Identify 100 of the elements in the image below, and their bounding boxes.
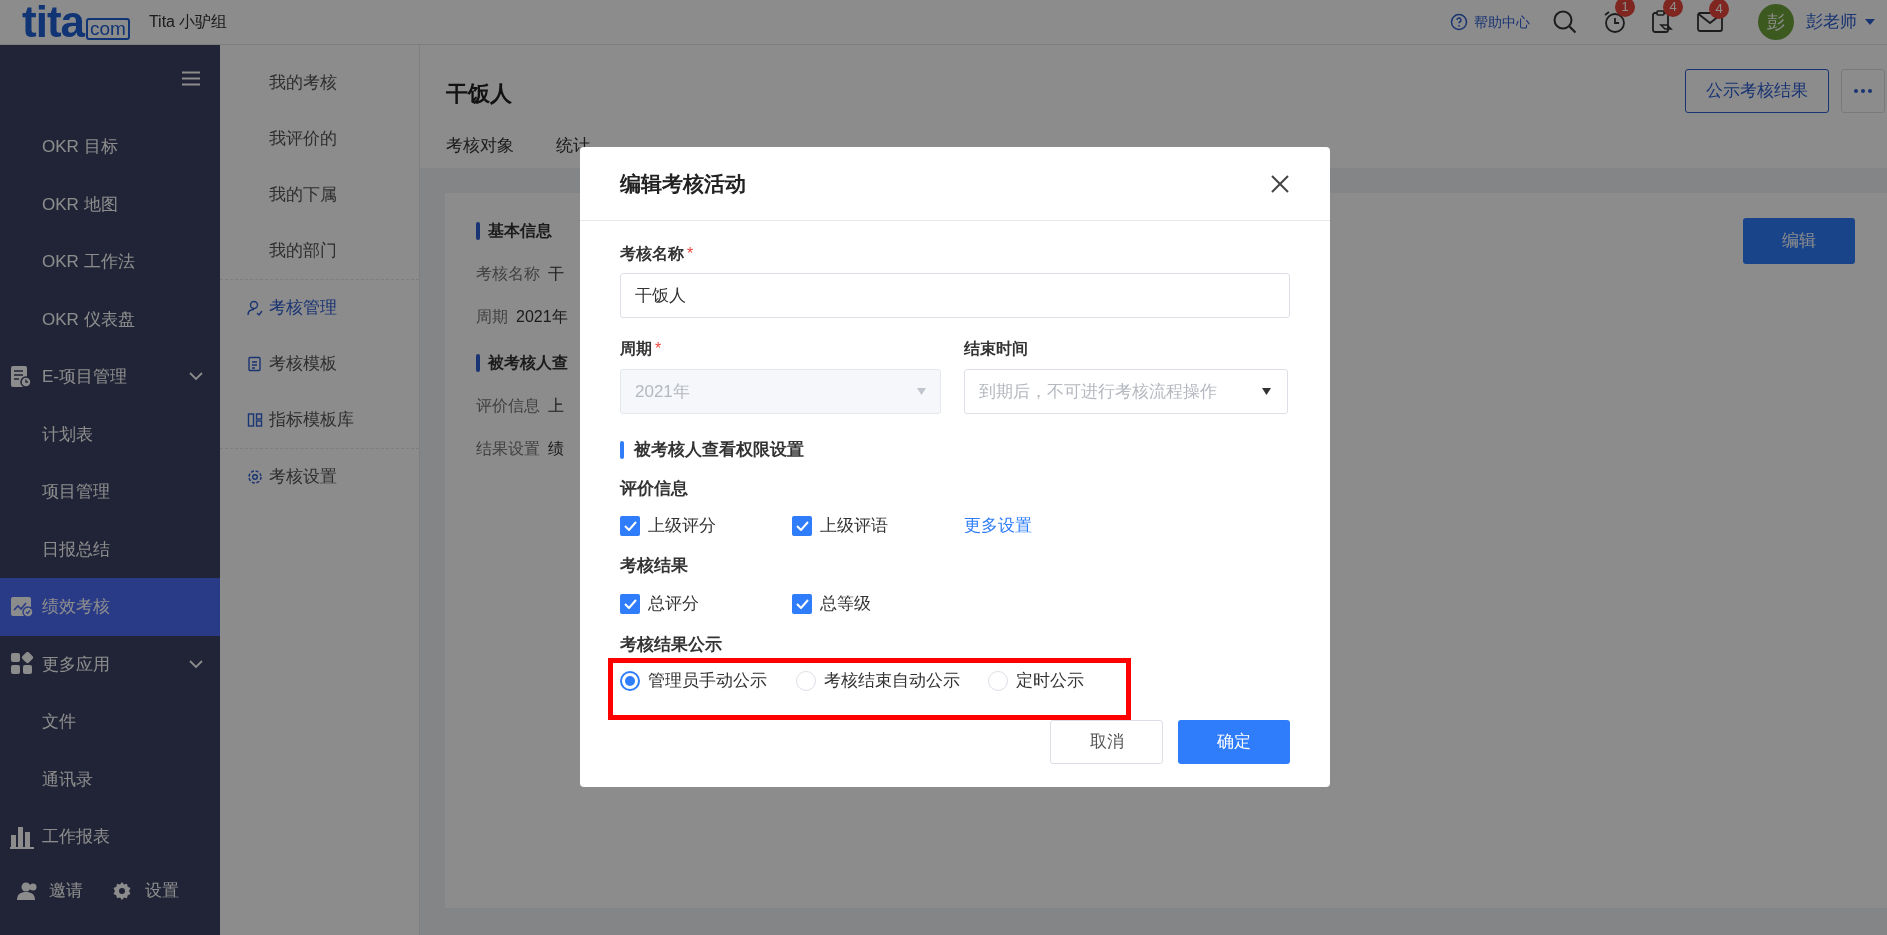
- mail-icon[interactable]: [1696, 11, 1724, 33]
- check-icon: [623, 599, 637, 609]
- sidebar-item[interactable]: 工作报表: [0, 808, 220, 866]
- publish-results-button[interactable]: 公示考核结果: [1685, 69, 1829, 113]
- check-icon: [623, 521, 637, 531]
- more-settings-link[interactable]: 更多设置: [964, 513, 1032, 539]
- period-select: 2021年: [620, 369, 941, 414]
- check-icon: [795, 599, 809, 609]
- people-icon: [17, 881, 39, 900]
- user-name[interactable]: 彭老师: [1806, 9, 1857, 35]
- required-mark: *: [687, 244, 694, 264]
- app-grid-icon: [10, 652, 34, 677]
- sidebar-item[interactable]: 计划表: [0, 405, 220, 463]
- confirm-button[interactable]: 确定: [1178, 720, 1290, 764]
- checkbox-option[interactable]: 总评分: [620, 591, 792, 617]
- org-name: Tita 小驴组: [148, 12, 228, 32]
- radio-option[interactable]: 考核结束自动公示: [796, 668, 988, 694]
- field-label: 考核名称 *: [620, 243, 1290, 265]
- bar-chart-icon: [10, 824, 34, 849]
- radio-button[interactable]: [620, 671, 640, 691]
- checkbox[interactable]: [620, 516, 640, 536]
- sidebar-item[interactable]: OKR 仪表盘: [0, 290, 220, 348]
- sidebar-item[interactable]: 绩效考核: [0, 578, 220, 636]
- field-value: 上: [548, 396, 564, 416]
- name-input[interactable]: 干饭人: [620, 273, 1290, 318]
- sidebar-item[interactable]: 通讯录: [0, 750, 220, 808]
- cancel-button[interactable]: 取消: [1050, 720, 1163, 764]
- sub-nav-item[interactable]: 我的考核: [220, 55, 419, 111]
- sidebar-item[interactable]: OKR 目标: [0, 118, 220, 176]
- logo-wordmark: tita: [22, 4, 84, 40]
- checkbox[interactable]: [620, 594, 640, 614]
- group-title: 考核结果公示: [620, 634, 723, 656]
- section-marker: [476, 354, 480, 372]
- section-marker: [476, 222, 480, 240]
- sidebar-item[interactable]: E-项目管理: [0, 348, 220, 406]
- layout-icon: [247, 412, 263, 428]
- checkbox[interactable]: [792, 594, 812, 614]
- notification-badge: 4: [1663, 0, 1683, 17]
- sub-nav-item[interactable]: 我的下属: [220, 167, 419, 223]
- notification-badge: 1: [1615, 0, 1635, 17]
- radio-option[interactable]: 管理员手动公示: [620, 668, 796, 694]
- sidebar-item[interactable]: 日报总结: [0, 520, 220, 578]
- logo[interactable]: tita com: [22, 4, 130, 40]
- logo-suffix: com: [86, 18, 130, 40]
- checkbox-option[interactable]: 总等级: [792, 591, 964, 617]
- field-value: 绩: [548, 439, 564, 459]
- help-center-link[interactable]: 帮助中心: [1450, 11, 1530, 33]
- tab[interactable]: 考核对象: [446, 133, 514, 165]
- notification-badge: 4: [1709, 0, 1729, 19]
- invite-link[interactable]: 邀请: [17, 877, 83, 904]
- checkbox-option[interactable]: 上级评分: [620, 513, 792, 539]
- section-marker: [620, 441, 624, 459]
- search-icon[interactable]: [1552, 9, 1578, 35]
- document-clock-icon: [10, 364, 32, 389]
- sub-nav-item[interactable]: 考核设置: [220, 449, 419, 505]
- field-label: 结束时间: [964, 339, 1029, 359]
- help-icon: [1450, 13, 1468, 31]
- caret-icon: [917, 388, 926, 395]
- dialog-title: 编辑考核活动: [620, 170, 746, 197]
- sub-nav-item[interactable]: 考核管理: [220, 280, 419, 336]
- sidebar-item[interactable]: 文件: [0, 693, 220, 751]
- page-title: 干饭人: [446, 80, 512, 108]
- required-mark: *: [655, 339, 662, 359]
- person-icon: [247, 300, 263, 316]
- chevron-icon[interactable]: [189, 659, 203, 669]
- user-avatar[interactable]: 彭: [1758, 4, 1794, 40]
- settings-icon: [247, 469, 263, 485]
- checkbox[interactable]: [792, 516, 812, 536]
- caret-icon[interactable]: [1865, 18, 1875, 26]
- chart-check-icon: [10, 595, 34, 618]
- sub-nav-item[interactable]: 指标模板库: [220, 392, 419, 448]
- section-title: 基本信息: [488, 221, 552, 241]
- field-value: 2021年: [516, 307, 568, 327]
- clipboard-icon[interactable]: [1650, 9, 1674, 35]
- document-icon: [247, 356, 263, 372]
- checkbox-option[interactable]: 上级评语: [792, 513, 964, 539]
- sidebar-item[interactable]: OKR 地图: [0, 175, 220, 233]
- menu-icon[interactable]: [182, 70, 200, 86]
- sidebar-item[interactable]: OKR 工作法: [0, 233, 220, 291]
- check-icon: [795, 521, 809, 531]
- sidebar-item[interactable]: 项目管理: [0, 463, 220, 521]
- sub-nav-item[interactable]: 我的部门: [220, 223, 419, 279]
- field-label: 考核名称: [476, 264, 540, 284]
- group-title: 考核结果: [620, 555, 689, 577]
- radio-option[interactable]: 定时公示: [988, 668, 1138, 694]
- alarm-clock-icon[interactable]: [1602, 9, 1628, 35]
- chevron-icon[interactable]: [189, 372, 203, 382]
- more-icon: [1854, 89, 1872, 93]
- settings-link[interactable]: 设置: [113, 877, 179, 904]
- edit-button[interactable]: 编辑: [1743, 218, 1855, 264]
- field-label: 周期 *: [620, 338, 941, 360]
- close-icon[interactable]: [1270, 173, 1290, 194]
- field-value: 干: [548, 264, 564, 284]
- group-title: 评价信息: [620, 478, 689, 500]
- field-label: 周期: [476, 307, 508, 327]
- sub-nav-item[interactable]: 考核模板: [220, 336, 419, 392]
- caret-icon: [1262, 388, 1271, 395]
- section-title: 被考核人查: [488, 353, 568, 373]
- sub-nav-item[interactable]: 我评价的: [220, 111, 419, 167]
- section-title: 被考核人查看权限设置: [634, 439, 804, 462]
